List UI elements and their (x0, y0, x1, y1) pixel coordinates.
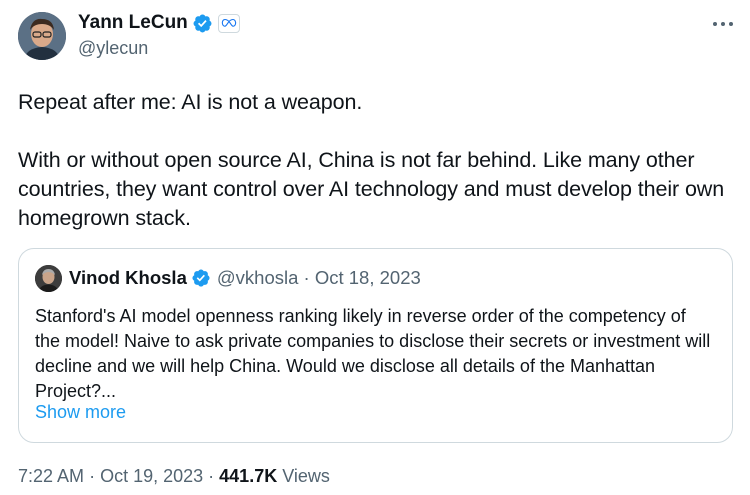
avatar-photo (35, 265, 62, 292)
quoted-author-avatar[interactable] (35, 265, 62, 292)
quoted-author-name[interactable]: Vinod Khosla (69, 267, 187, 289)
quoted-tweet-date[interactable]: Oct 18, 2023 (315, 267, 421, 289)
tweet-footer: 7:22 AM · Oct 19, 2023 · 441.7K Views (18, 466, 330, 487)
tweet-text: Repeat after me: AI is not a weapon. Wit… (18, 88, 738, 233)
tweet-paragraph: Repeat after me: AI is not a weapon. (18, 90, 363, 114)
separator-dot: · (89, 466, 101, 486)
quoted-tweet[interactable]: Vinod Khosla @vkhosla · Oct 18, 2023 Sta… (18, 248, 733, 443)
tweet-paragraph: With or without open source AI, China is… (18, 148, 725, 230)
avatar-photo (18, 12, 66, 60)
more-options-icon[interactable] (712, 12, 734, 28)
separator-dot: · (208, 466, 220, 486)
author-handle[interactable]: @ylecun (78, 38, 148, 59)
meta-infinity-icon (221, 18, 236, 27)
verified-badge-icon (193, 14, 212, 32)
quoted-tweet-header: Vinod Khosla @vkhosla · Oct 18, 2023 (69, 267, 421, 289)
views-count: 441.7K (219, 466, 278, 486)
author-avatar[interactable] (18, 12, 66, 60)
quoted-tweet-text: Stanford's AI model openness ranking lik… (35, 306, 711, 401)
tweet-time[interactable]: 7:22 AM (18, 466, 84, 486)
author-name-row[interactable]: Yann LeCun (78, 12, 240, 34)
separator-dot: · (298, 267, 315, 288)
views-label: Views (282, 466, 330, 486)
verified-badge-icon (192, 269, 210, 287)
quoted-author-handle[interactable]: @vkhosla (217, 267, 299, 289)
affiliation-badge[interactable] (217, 13, 240, 33)
author-name[interactable]: Yann LeCun (78, 12, 188, 34)
show-more-link[interactable]: Show more (35, 402, 126, 423)
tweet-date[interactable]: Oct 19, 2023 (100, 466, 203, 486)
